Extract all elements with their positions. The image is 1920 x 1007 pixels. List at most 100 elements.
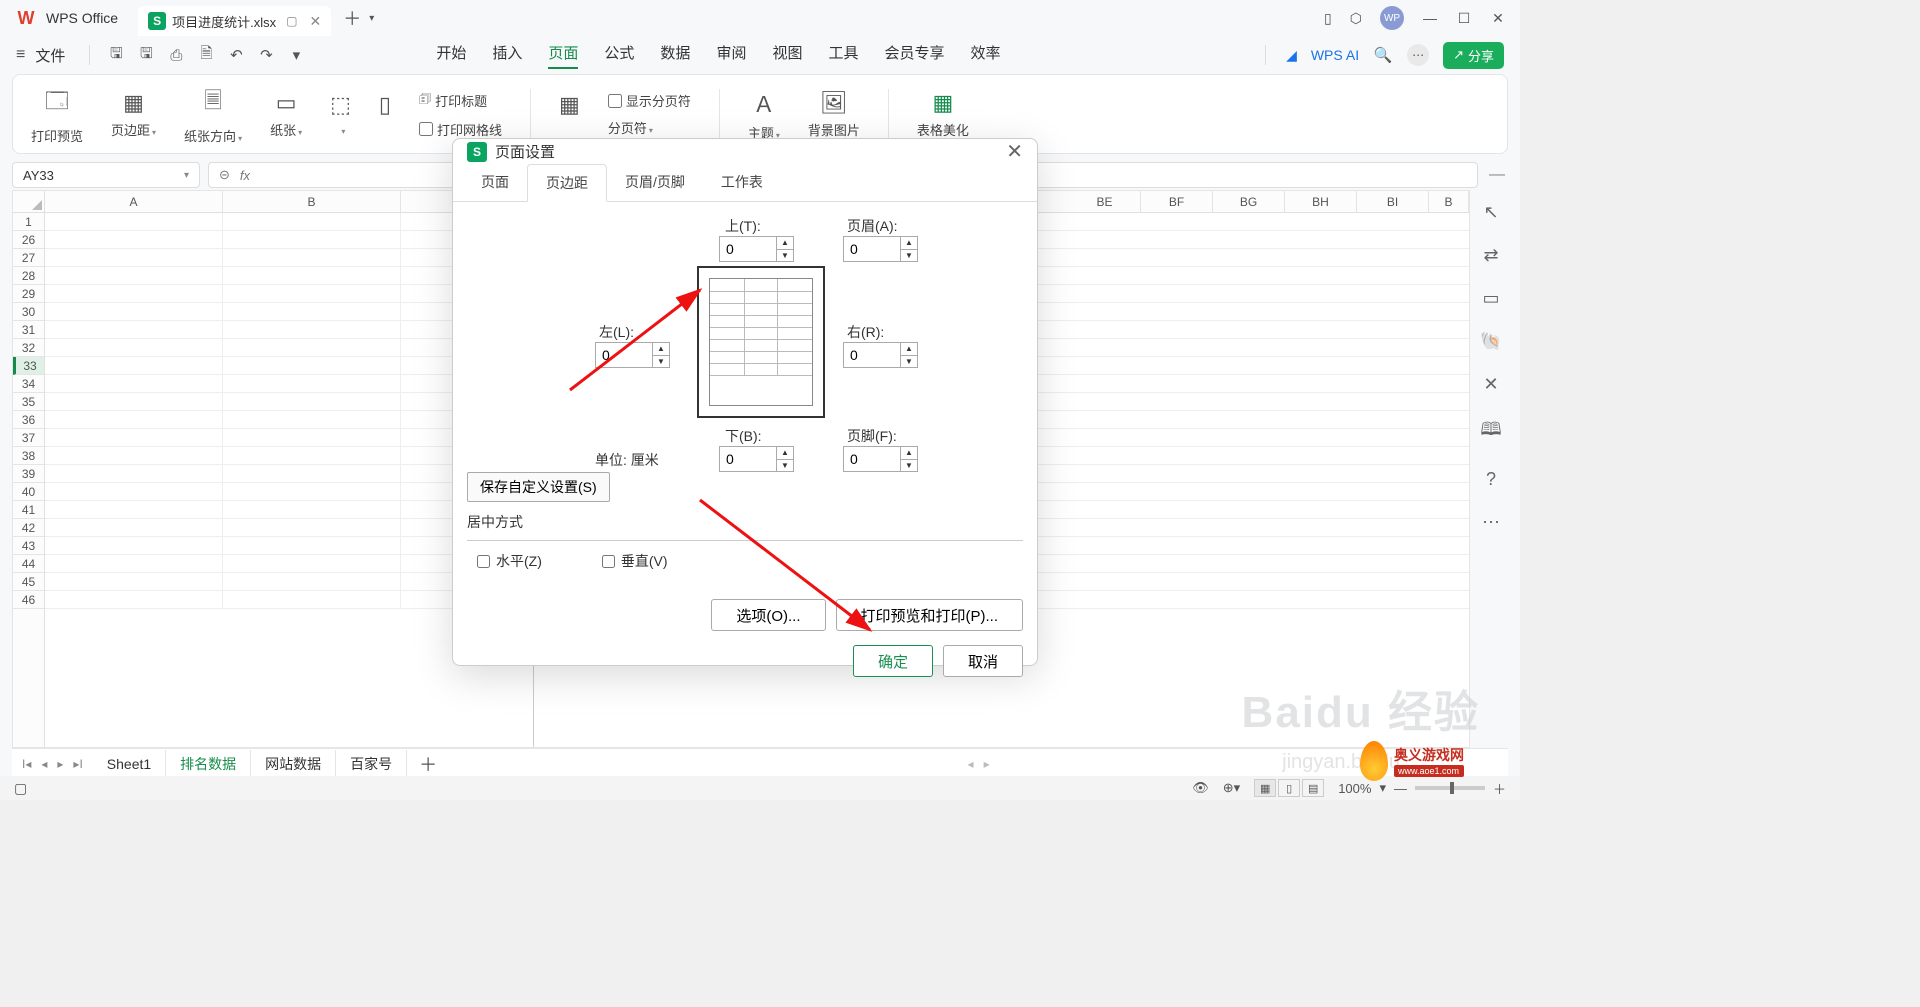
zoom-out-icon[interactable]: —: [1394, 781, 1407, 796]
book-icon[interactable]: 🕮: [1480, 417, 1501, 447]
ribbon-beautify[interactable]: ▦表格美化: [917, 90, 969, 139]
col-header[interactable]: BH: [1285, 191, 1357, 212]
quick-access-dropdown-icon[interactable]: ▾: [286, 45, 306, 65]
cloud-icon[interactable]: ⋯: [1407, 44, 1429, 66]
row-header[interactable]: 1: [13, 213, 44, 231]
menu-tab-page[interactable]: 页面: [548, 42, 578, 69]
rect-icon[interactable]: ▭: [1482, 288, 1499, 309]
view-layout-icon[interactable]: ▯: [1278, 779, 1300, 797]
dialog-tab-sheet[interactable]: 工作表: [703, 164, 781, 201]
left-margin-input[interactable]: ▲▼: [595, 342, 670, 368]
undo-icon[interactable]: ↶: [226, 45, 246, 65]
layers-icon[interactable]: ⇄: [1483, 245, 1498, 266]
row-header[interactable]: 29: [13, 285, 44, 303]
ribbon-breaks[interactable]: ▯: [379, 92, 391, 137]
spinner-down-icon[interactable]: ▼: [777, 250, 793, 262]
row-header[interactable]: 32: [13, 339, 44, 357]
document-tab[interactable]: S 项目进度统计.xlsx ▢ ✕: [138, 6, 331, 36]
row-header[interactable]: 43: [13, 537, 44, 555]
ribbon-theme[interactable]: Ａ主题: [748, 87, 780, 142]
header-margin-input[interactable]: ▲▼: [843, 236, 918, 262]
col-header[interactable]: BI: [1357, 191, 1429, 212]
right-margin-input[interactable]: ▲▼: [843, 342, 918, 368]
row-header[interactable]: 38: [13, 447, 44, 465]
sheet-nav-next-icon[interactable]: ▸: [57, 757, 63, 771]
ribbon-paper[interactable]: ▭纸张: [270, 90, 302, 139]
ribbon-margins[interactable]: ▦页边距: [111, 90, 156, 139]
view-normal-icon[interactable]: ▦: [1254, 779, 1276, 797]
popout-icon[interactable]: ▢: [286, 14, 297, 28]
row-header[interactable]: 34: [13, 375, 44, 393]
zoom-slider[interactable]: [1415, 786, 1485, 790]
new-tab-button[interactable]: ＋: [343, 5, 361, 31]
search-icon[interactable]: 🔍: [1373, 45, 1393, 65]
print-preview-button[interactable]: 打印预览和打印(P)...: [836, 599, 1024, 631]
row-header[interactable]: 36: [13, 411, 44, 429]
close-window-icon[interactable]: ✕: [1490, 10, 1506, 27]
row-header[interactable]: 40: [13, 483, 44, 501]
menu-tab-tools[interactable]: 工具: [828, 42, 858, 69]
help-icon[interactable]: ?: [1486, 469, 1496, 490]
ok-button[interactable]: 确定: [853, 645, 933, 677]
row-header[interactable]: 44: [13, 555, 44, 573]
sheet-tab[interactable]: 网站数据: [251, 750, 336, 778]
row-header[interactable]: 33: [13, 357, 44, 375]
options-button[interactable]: 选项(O)...: [711, 599, 825, 631]
row-header[interactable]: 39: [13, 465, 44, 483]
print-preview-icon[interactable]: 🗎: [196, 45, 216, 65]
ribbon-show-page-breaks[interactable]: 显示分页符: [608, 91, 691, 110]
select-all-corner[interactable]: [13, 191, 45, 213]
col-header[interactable]: BE: [1069, 191, 1141, 212]
record-macro-icon[interactable]: ▢: [14, 780, 27, 797]
dialog-tab-page[interactable]: 页面: [463, 164, 527, 201]
shell-icon[interactable]: 🐚: [1480, 331, 1502, 352]
file-menu[interactable]: 文件: [35, 45, 65, 66]
ribbon-print-preview[interactable]: 🗔打印预览: [31, 84, 83, 145]
save-custom-button[interactable]: 保存自定义设置(S): [467, 472, 610, 502]
sheet-nav-prev-icon[interactable]: ◂: [41, 757, 47, 771]
sheet-nav-first-icon[interactable]: I◂: [22, 757, 31, 771]
row-header[interactable]: 46: [13, 591, 44, 609]
spinner-down-icon[interactable]: ▼: [901, 356, 917, 368]
bottom-margin-input[interactable]: ▲▼: [719, 446, 794, 472]
zoom-value[interactable]: 100%: [1338, 781, 1371, 796]
spinner-up-icon[interactable]: ▲: [777, 447, 793, 460]
row-header[interactable]: 41: [13, 501, 44, 519]
footer-margin-input[interactable]: ▲▼: [843, 446, 918, 472]
cursor-icon[interactable]: ↖: [1483, 202, 1498, 223]
sheet-tab[interactable]: 排名数据: [166, 750, 251, 778]
spinner-up-icon[interactable]: ▲: [901, 237, 917, 250]
new-tab-dropdown-icon[interactable]: ▾: [369, 13, 374, 24]
save-icon[interactable]: 🖫: [106, 45, 126, 65]
cancel-button[interactable]: 取消: [943, 645, 1023, 677]
name-box-dropdown-icon[interactable]: ▾: [184, 170, 189, 181]
menu-tab-insert[interactable]: 插入: [492, 42, 522, 69]
more-icon[interactable]: ⋯: [1482, 512, 1500, 533]
center-horizontal[interactable]: 水平(Z): [477, 551, 542, 571]
spinner-down-icon[interactable]: ▼: [901, 250, 917, 262]
name-box[interactable]: AY33▾: [12, 162, 200, 188]
user-avatar[interactable]: WP: [1380, 6, 1404, 30]
zoom-dropdown-icon[interactable]: ▾: [1379, 780, 1386, 796]
row-header[interactable]: 45: [13, 573, 44, 591]
share-button[interactable]: ↗分享: [1443, 42, 1504, 69]
cube-icon[interactable]: ⬡: [1350, 10, 1362, 27]
dialog-tab-header-footer[interactable]: 页眉/页脚: [607, 164, 703, 201]
spinner-up-icon[interactable]: ▲: [653, 343, 669, 356]
row-header[interactable]: 37: [13, 429, 44, 447]
zoom-formula-icon[interactable]: ⊝: [219, 167, 230, 183]
spinner-up-icon[interactable]: ▲: [901, 447, 917, 460]
ribbon-print-area[interactable]: ⬚: [330, 92, 351, 137]
dialog-close-icon[interactable]: ✕: [1006, 139, 1023, 164]
col-header[interactable]: B: [223, 191, 401, 212]
row-header[interactable]: 31: [13, 321, 44, 339]
spinner-down-icon[interactable]: ▼: [653, 356, 669, 368]
row-header[interactable]: 26: [13, 231, 44, 249]
ribbon-bg-image[interactable]: 🖼背景图片: [808, 90, 860, 139]
maximize-icon[interactable]: ☐: [1456, 10, 1472, 27]
phone-icon[interactable]: ▯: [1324, 10, 1332, 27]
ribbon-print-titles[interactable]: 🗊打印标题: [419, 90, 502, 112]
center-vertical[interactable]: 垂直(V): [602, 551, 668, 571]
row-header[interactable]: 42: [13, 519, 44, 537]
ribbon-page-breaks[interactable]: 分页符: [608, 118, 691, 137]
